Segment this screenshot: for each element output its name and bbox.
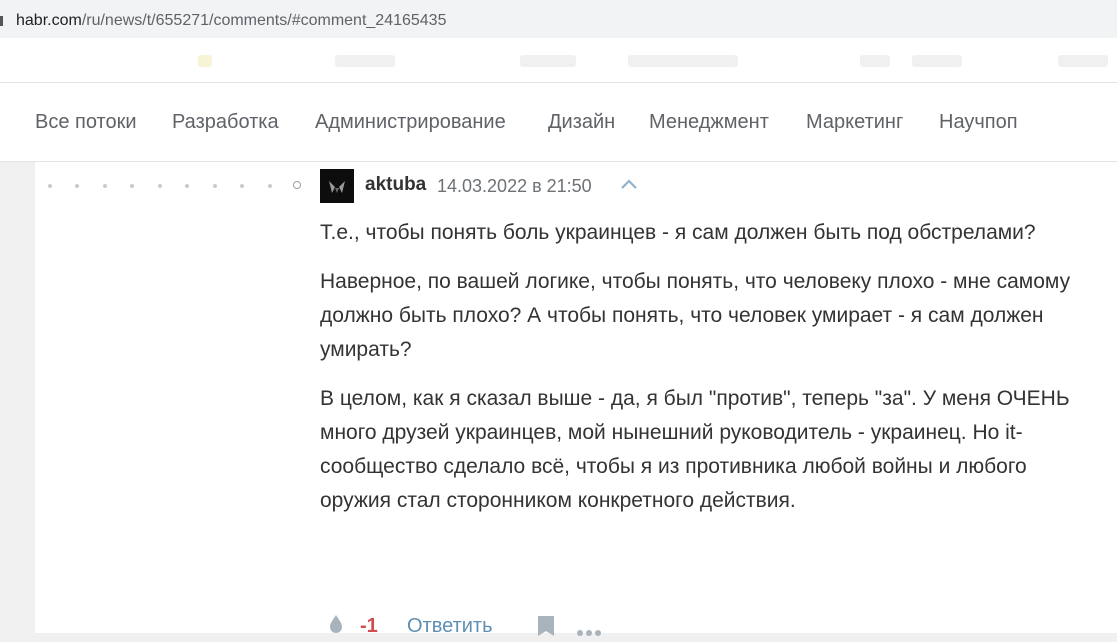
thread-dot: [130, 184, 134, 188]
avatar[interactable]: [320, 169, 354, 203]
thread-dot: [103, 184, 107, 188]
comment-author[interactable]: aktuba: [365, 174, 426, 196]
comment-paragraph: Т.е., чтобы понять боль украинцев - я са…: [320, 221, 1036, 244]
thread-dot: [240, 184, 244, 188]
comment-score: -1: [360, 615, 378, 637]
drop-icon[interactable]: [328, 614, 344, 634]
thread-dot: [268, 184, 272, 188]
nav-item-development[interactable]: Разработка: [172, 110, 279, 134]
nav-item-marketing[interactable]: Маркетинг: [806, 110, 903, 134]
url-path: /ru/news/t/655271/comments/#comment_2416…: [81, 12, 447, 29]
comment-area: aktuba 14.03.2022 в 21:50 Т.е., чтобы по…: [35, 162, 1117, 637]
thread-dot: [185, 184, 189, 188]
nav-item-design[interactable]: Дизайн: [548, 110, 615, 134]
thread-dot: [48, 184, 52, 188]
chevron-up-icon[interactable]: [619, 177, 639, 191]
more-dots-icon[interactable]: [576, 624, 606, 636]
thread-dot: [158, 184, 162, 188]
reply-button[interactable]: Ответить: [407, 614, 493, 638]
bookmark-icon[interactable]: [538, 616, 554, 636]
address-bar[interactable]: habr.com/ru/news/t/655271/comments/#comm…: [0, 0, 1117, 38]
nav-item-management[interactable]: Менеджмент: [649, 110, 769, 134]
faded-header-strip: [0, 38, 1117, 83]
comment-datetime[interactable]: 14.03.2022 в 21:50: [437, 175, 592, 197]
comment-footer: -1 Ответить: [320, 610, 620, 640]
nav-item-all-flows[interactable]: Все потоки: [35, 110, 137, 134]
comment-paragraph: Наверное, по вашей логике, чтобы понять,…: [320, 270, 1071, 361]
comment-paragraph: В целом, как я сказал выше - да, я был "…: [320, 387, 1070, 512]
thread-dot: [213, 184, 217, 188]
thread-dot: [75, 184, 79, 188]
nav-item-administration[interactable]: Администрирование: [315, 110, 506, 134]
url-text[interactable]: habr.com/ru/news/t/655271/comments/#comm…: [16, 11, 446, 31]
nav-item-popsci[interactable]: Научпоп: [939, 110, 1018, 134]
thread-current-ring: [293, 181, 301, 189]
avatar-image: [320, 169, 354, 203]
comment-body: Т.е., чтобы понять боль украинцев - я са…: [320, 216, 1090, 533]
flows-nav: Все потоки Разработка Администрирование …: [0, 83, 1117, 162]
tab-edge: [0, 16, 3, 26]
url-host: habr.com: [16, 12, 82, 29]
